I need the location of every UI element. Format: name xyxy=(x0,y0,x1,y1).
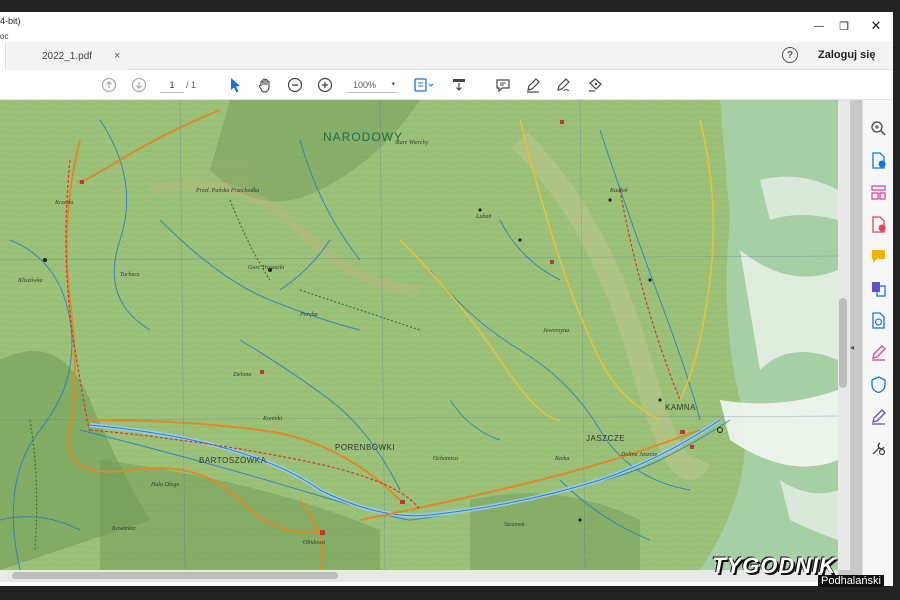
request-signature-icon[interactable] xyxy=(870,408,887,425)
horizontal-scroll-thumb[interactable] xyxy=(12,572,338,579)
map-label-kowaniec: Kowaniec xyxy=(112,526,136,532)
more-tools-icon[interactable] xyxy=(870,440,887,457)
map-label-krzeslo: Krzesło xyxy=(55,200,74,206)
comment-tool-icon[interactable] xyxy=(870,248,887,265)
arrow-down-icon[interactable] xyxy=(130,76,148,94)
create-pdf-icon[interactable] xyxy=(870,216,887,233)
scan-ocr-icon[interactable] xyxy=(870,312,887,329)
page-total: / 1 xyxy=(186,80,197,90)
fill-sign-icon[interactable] xyxy=(870,344,887,361)
tygodnik-watermark-logo: TYGODNIK Podhalański xyxy=(712,553,894,591)
page-number-input[interactable]: 1 xyxy=(160,77,184,93)
map-label-ochotnica: Ochotnica xyxy=(433,456,458,462)
document-viewport[interactable]: NARODOWY PORENBÓWKI BARTOSZÓWKA JASZCZE … xyxy=(0,100,862,582)
window-title: 4-bit) xyxy=(0,16,21,26)
map-label-obidowa: Obidowa xyxy=(303,540,326,546)
map-label-jaszcze: JASZCZE xyxy=(586,434,626,443)
map-label-stare-wierchy: Stare Wierchy xyxy=(395,140,429,146)
map-label-szczawa: Szczawa xyxy=(504,522,525,528)
topographic-map-page: NARODOWY PORENBÓWKI BARTOSZÓWKA JASZCZE … xyxy=(0,100,838,570)
map-label-bartosowka: BARTOSZÓWKA xyxy=(199,456,267,465)
search-zoom-icon[interactable] xyxy=(870,120,887,137)
map-label-porebowki: PORENBÓWKI xyxy=(335,443,396,452)
menu-fragment[interactable]: oc xyxy=(0,32,8,41)
minimize-button[interactable]: — xyxy=(805,15,833,37)
help-icon[interactable]: ? xyxy=(782,47,798,63)
screen-frame: 4-bit) oc — ❐ ✕ 2022_1.pdf × ? Zaloguj s… xyxy=(0,0,900,600)
arrow-up-icon[interactable] xyxy=(100,76,118,94)
tab-document-label: 2022_1.pdf xyxy=(42,50,93,62)
map-label-rzeka: Rzeka xyxy=(555,456,570,462)
zoom-level-value: 100% xyxy=(353,80,377,90)
map-label-jaworzyna: Jaworzyna xyxy=(543,328,569,334)
zoom-in-icon[interactable] xyxy=(316,76,334,94)
chevron-down-icon: ▾ xyxy=(391,81,395,88)
tab-close-icon[interactable]: × xyxy=(114,50,120,62)
map-graphic xyxy=(0,100,838,570)
hand-icon[interactable] xyxy=(256,76,274,94)
map-label-koninki: Koninki xyxy=(263,416,282,422)
protect-icon[interactable] xyxy=(870,376,887,394)
map-label-krzywe: Przeł. Pańska Przechodka xyxy=(196,188,260,194)
right-tools-panel xyxy=(862,100,893,586)
stamp-icon[interactable] xyxy=(586,76,604,94)
map-label-kudlon: Kudłoń xyxy=(610,188,628,194)
map-label-kamna: KAMNA xyxy=(665,403,696,412)
watermark-sub-text: Podhalański xyxy=(818,575,884,587)
map-label-narodowy: NARODOWY xyxy=(323,130,403,144)
map-label-hala: Hala Długa xyxy=(151,482,180,488)
sign-icon[interactable] xyxy=(554,76,572,94)
close-icon: ✕ xyxy=(870,18,882,33)
map-label-poreba: Poręba xyxy=(300,312,318,318)
close-window-button[interactable]: ✕ xyxy=(862,15,890,37)
fit-page-icon[interactable] xyxy=(412,76,436,94)
main-toolbar: 1 / 1 100% ▾ xyxy=(0,70,893,100)
tab-document[interactable]: 2022_1.pdf × xyxy=(6,42,128,70)
highlight-pen-icon[interactable] xyxy=(524,76,542,94)
zoom-out-icon[interactable] xyxy=(286,76,304,94)
map-label-gorc: Gorc Troszacki xyxy=(248,265,285,271)
organize-pages-icon[interactable] xyxy=(870,184,887,201)
map-label-dolina: Dolina Jaszcze xyxy=(621,452,658,458)
map-label-klikuszowa: Kliszówka xyxy=(18,278,43,284)
export-pdf-icon[interactable] xyxy=(870,152,887,169)
select-cursor-icon[interactable] xyxy=(226,76,244,94)
pdf-reader-window: 4-bit) oc — ❐ ✕ 2022_1.pdf × ? Zaloguj s… xyxy=(0,12,893,586)
zoom-level-select[interactable]: 100% ▾ xyxy=(347,77,397,93)
map-label-lubien: Lubań xyxy=(476,214,492,220)
comment-icon[interactable] xyxy=(494,76,512,94)
minimize-icon: — xyxy=(814,20,824,32)
maximize-icon: ❐ xyxy=(839,20,849,33)
scroll-mode-icon[interactable] xyxy=(450,76,468,94)
login-link[interactable]: Zaloguj się xyxy=(818,49,875,61)
vertical-scroll-thumb[interactable] xyxy=(839,298,847,388)
combine-files-icon[interactable] xyxy=(870,280,887,297)
tab-bar: 2022_1.pdf × ? Zaloguj się xyxy=(0,42,893,70)
map-label-zielona: Zielona xyxy=(233,372,252,378)
collapse-panel-icon[interactable]: ◂ xyxy=(850,343,854,352)
title-bar: 4-bit) oc — ❐ ✕ xyxy=(0,12,893,42)
map-label-turbacz: Turbacz xyxy=(120,272,140,278)
maximize-button[interactable]: ❐ xyxy=(830,15,858,37)
